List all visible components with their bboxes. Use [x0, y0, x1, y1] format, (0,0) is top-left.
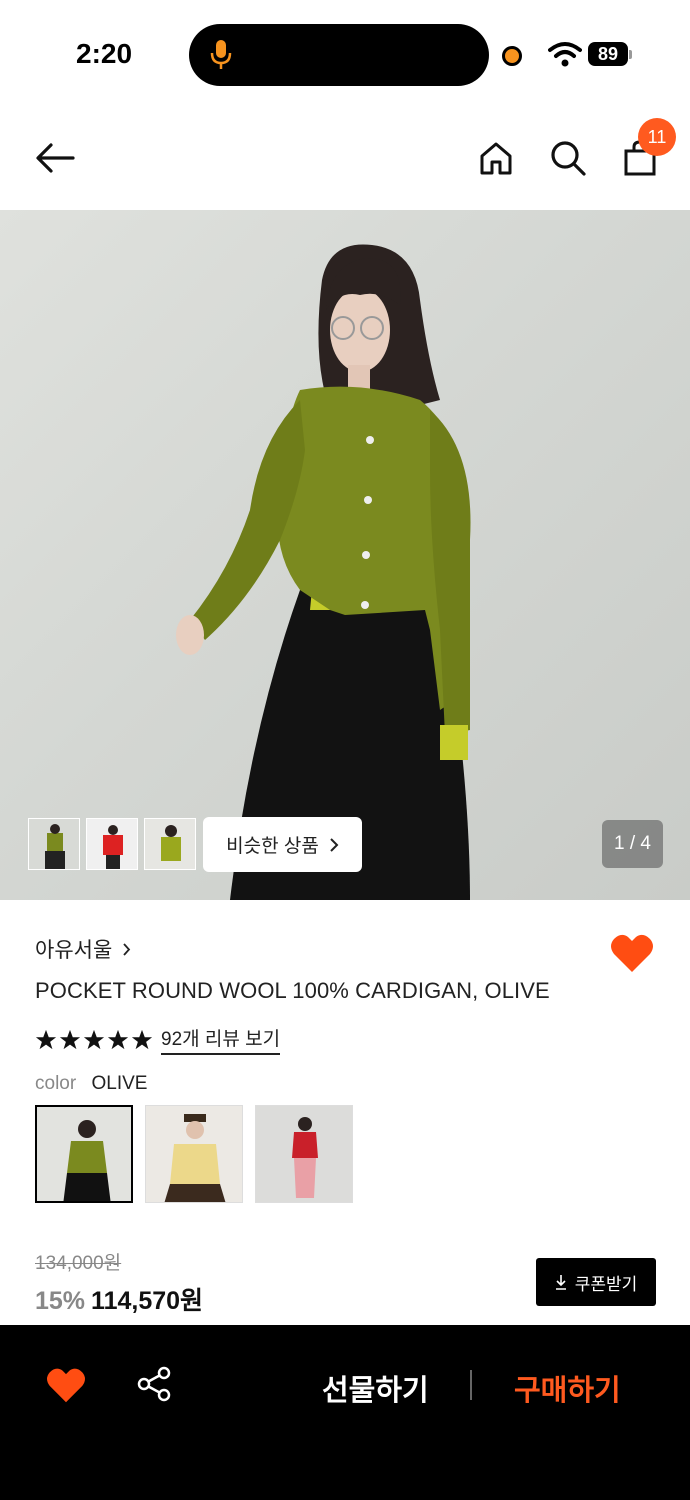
star-icon	[83, 1029, 105, 1049]
action-divider	[470, 1370, 472, 1400]
star-icon	[59, 1029, 81, 1049]
similar-products-label: 비슷한 상품	[226, 836, 319, 857]
wishlist-heart-icon[interactable]	[46, 1366, 86, 1404]
status-time: 2:20	[76, 38, 133, 69]
image-thumbnail-strip	[28, 818, 196, 870]
wishlist-heart-icon[interactable]	[610, 932, 654, 974]
chevron-right-icon	[330, 837, 339, 852]
microphone-icon	[210, 40, 232, 69]
download-icon	[555, 1275, 566, 1290]
reviews-link[interactable]: 92개 리뷰 보기	[161, 1024, 281, 1055]
color-swatches	[35, 1105, 353, 1203]
color-label: color	[35, 1073, 77, 1094]
color-swatch-red[interactable]	[255, 1105, 353, 1203]
discount-rate: 15%	[35, 1287, 86, 1315]
price-row: 15% 114,570원	[35, 1281, 203, 1317]
image-thumbnail[interactable]	[86, 818, 138, 870]
search-button[interactable]	[544, 134, 592, 182]
original-price: 134,000원	[35, 1253, 122, 1274]
coupon-download-button[interactable]: 쿠폰받기	[536, 1258, 656, 1306]
cart-count-badge: 11	[638, 118, 676, 156]
star-icon	[131, 1029, 153, 1049]
battery-tip	[629, 50, 632, 59]
image-page-indicator: 1 / 4	[602, 820, 663, 868]
similar-products-button[interactable]: 비슷한 상품	[203, 817, 362, 872]
star-rating	[35, 1029, 153, 1051]
image-thumbnail[interactable]	[28, 818, 80, 870]
sale-price: 114,570원	[91, 1287, 204, 1315]
top-nav	[0, 110, 690, 210]
color-swatch-yellow[interactable]	[145, 1105, 243, 1203]
model-photo	[176, 244, 471, 900]
color-swatch-olive[interactable]	[35, 1105, 133, 1203]
recording-indicator-icon	[502, 46, 522, 66]
wifi-icon	[548, 42, 582, 67]
coupon-label: 쿠폰받기	[574, 1274, 638, 1294]
home-icon	[480, 142, 512, 175]
home-button[interactable]	[472, 134, 520, 182]
chevron-right-icon	[123, 942, 131, 956]
arrow-left-icon	[36, 143, 75, 173]
back-button[interactable]	[31, 134, 79, 182]
gift-button[interactable]: 선물하기	[322, 1367, 429, 1409]
battery-indicator: 89	[588, 42, 628, 66]
color-selection-label: color OLIVE	[35, 1073, 147, 1095]
buy-button[interactable]: 구매하기	[514, 1367, 621, 1409]
color-value: OLIVE	[91, 1073, 148, 1094]
rating-row: 92개 리뷰 보기	[35, 1024, 281, 1055]
bottom-action-bar	[0, 1325, 690, 1500]
status-bar: 2:20 89	[0, 0, 690, 110]
star-icon	[107, 1029, 129, 1049]
product-title: POCKET ROUND WOOL 100% CARDIGAN, OLIVE	[35, 978, 550, 1003]
product-main-image[interactable]	[0, 210, 690, 900]
share-icon[interactable]	[136, 1366, 172, 1402]
brand-link[interactable]: 아유서울	[35, 934, 131, 964]
search-icon	[551, 141, 586, 176]
star-icon	[35, 1029, 57, 1049]
dynamic-island	[189, 24, 489, 86]
image-thumbnail[interactable]	[144, 818, 196, 870]
brand-name: 아유서울	[35, 939, 113, 962]
